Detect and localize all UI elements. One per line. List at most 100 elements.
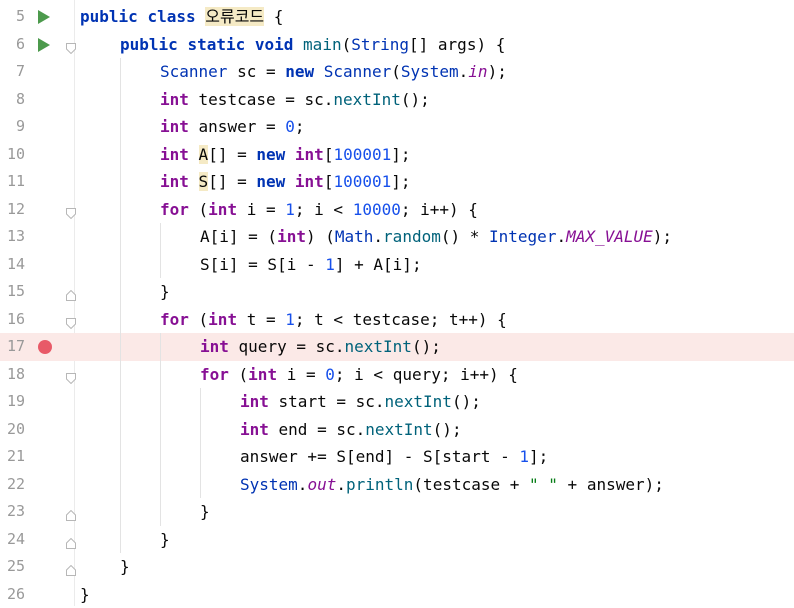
code-token: new — [285, 62, 314, 81]
fold-close-icon[interactable] — [66, 534, 76, 545]
code-line[interactable]: 24} — [0, 526, 794, 554]
code-token: [ — [324, 172, 334, 191]
line-number[interactable]: 15 — [0, 278, 25, 306]
line-number[interactable]: 16 — [0, 306, 25, 334]
indent-guide — [80, 306, 120, 334]
line-number[interactable]: 22 — [0, 471, 25, 499]
line-number[interactable]: 18 — [0, 361, 25, 389]
line-number[interactable]: 14 — [0, 251, 25, 279]
run-icon[interactable] — [38, 10, 50, 24]
code-line[interactable]: 10int A[] = new int[100001]; — [0, 141, 794, 169]
code-token: int — [160, 90, 189, 109]
indent-guide — [120, 58, 160, 86]
code-token: in — [468, 62, 487, 81]
code-line[interactable]: 18for (int i = 0; i < query; i++) { — [0, 361, 794, 389]
code-text: } — [80, 526, 170, 554]
code-token: 100001 — [333, 145, 391, 164]
code-token: ( — [189, 310, 208, 329]
indent-guide — [200, 471, 240, 499]
code-line[interactable]: 9int answer = 0; — [0, 113, 794, 141]
fold-open-icon[interactable] — [66, 369, 76, 380]
code-token: 0 — [325, 365, 335, 384]
code-token: i = — [237, 200, 285, 219]
code-editor[interactable]: 5 public class 오류코드 {6public static void … — [0, 0, 794, 606]
code-line[interactable]: 19 int start = sc.nextInt(); — [0, 388, 794, 416]
code-token: 1 — [325, 255, 335, 274]
code-token — [314, 62, 324, 81]
code-text: } — [80, 553, 130, 581]
line-number[interactable]: 10 — [0, 141, 25, 169]
fold-close-icon[interactable] — [66, 506, 76, 517]
code-token: ( — [229, 365, 248, 384]
line-number[interactable]: 26 — [0, 581, 25, 608]
fold-open-icon[interactable] — [66, 39, 76, 50]
line-number[interactable]: 11 — [0, 168, 25, 196]
indent-guide — [80, 168, 120, 196]
code-token: println — [346, 475, 413, 494]
code-text: } — [80, 278, 170, 306]
code-token: answer += S[end] - S[start - — [240, 447, 519, 466]
code-token: ( — [189, 200, 208, 219]
indent-guide — [160, 498, 200, 526]
run-icon[interactable] — [38, 38, 50, 52]
line-number[interactable]: 17 — [0, 333, 25, 361]
line-number[interactable]: 8 — [0, 86, 25, 114]
code-line[interactable]: 14 S[i] = S[i - 1] + A[i]; — [0, 251, 794, 279]
fold-close-icon[interactable] — [66, 561, 76, 572]
code-line[interactable]: 17int query = sc.nextInt(); — [0, 333, 794, 361]
code-line[interactable]: 6public static void main(String[] args) … — [0, 31, 794, 59]
code-token: } — [160, 530, 170, 549]
breakpoint-icon[interactable] — [38, 340, 52, 354]
code-token: ]; — [391, 172, 410, 191]
code-token: void — [255, 35, 294, 54]
line-number[interactable]: 24 — [0, 526, 25, 554]
indent-guide — [80, 141, 120, 169]
line-number[interactable]: 13 — [0, 223, 25, 251]
line-number[interactable]: 6 — [0, 31, 25, 59]
line-number[interactable]: 23 — [0, 498, 25, 526]
code-line[interactable]: 26} — [0, 581, 794, 608]
line-number[interactable]: 21 — [0, 443, 25, 471]
code-line[interactable]: 7Scanner sc = new Scanner(System.in); — [0, 58, 794, 86]
highlighted-identifier: 오류코드 — [205, 7, 264, 26]
code-token — [189, 172, 199, 191]
code-line[interactable]: 12for (int i = 1; i < 10000; i++) { — [0, 196, 794, 224]
code-line[interactable]: 21answer += S[end] - S[start - 1]; — [0, 443, 794, 471]
code-token: System — [240, 475, 298, 494]
line-number[interactable]: 19 — [0, 388, 25, 416]
fold-open-icon[interactable] — [66, 314, 76, 325]
line-number[interactable]: 7 — [0, 58, 25, 86]
line-number[interactable]: 5 — [0, 3, 25, 31]
line-number[interactable]: 25 — [0, 553, 25, 581]
code-token: 0 — [285, 117, 295, 136]
line-number[interactable]: 12 — [0, 196, 25, 224]
code-token: ( — [342, 35, 352, 54]
line-number[interactable]: 20 — [0, 416, 25, 444]
code-line[interactable]: 5 public class 오류코드 { — [0, 3, 794, 31]
code-line[interactable]: 23} — [0, 498, 794, 526]
code-token: int — [160, 145, 189, 164]
code-text: } — [80, 581, 90, 608]
code-token: int — [208, 200, 237, 219]
code-line[interactable]: 13A[i] = (int) (Math.random() * Integer.… — [0, 223, 794, 251]
code-line[interactable]: 25} — [0, 553, 794, 581]
code-token: } — [200, 502, 210, 521]
line-number[interactable]: 9 — [0, 113, 25, 141]
code-token: start = sc. — [269, 392, 385, 411]
code-text: public class 오류코드 { — [80, 3, 283, 31]
code-line[interactable]: 16for (int t = 1; t < testcase; t++) { — [0, 306, 794, 334]
code-line[interactable]: 22System.out.println(testcase + " " + an… — [0, 471, 794, 499]
code-token: answer = — [189, 117, 285, 136]
code-token: int — [160, 117, 189, 136]
code-token: int — [295, 172, 324, 191]
code-token: Math — [335, 227, 374, 246]
code-line[interactable]: 8int testcase = sc.nextInt(); — [0, 86, 794, 114]
fold-close-icon[interactable] — [66, 286, 76, 297]
code-line[interactable]: 11int S[] = new int[100001]; — [0, 168, 794, 196]
fold-open-icon[interactable] — [66, 204, 76, 215]
code-text: int start = sc.nextInt(); — [80, 388, 481, 416]
code-token: ); — [653, 227, 672, 246]
code-line[interactable]: 20int end = sc.nextInt(); — [0, 416, 794, 444]
code-text: S[i] = S[i - 1] + A[i]; — [80, 251, 422, 279]
code-line[interactable]: 15} — [0, 278, 794, 306]
